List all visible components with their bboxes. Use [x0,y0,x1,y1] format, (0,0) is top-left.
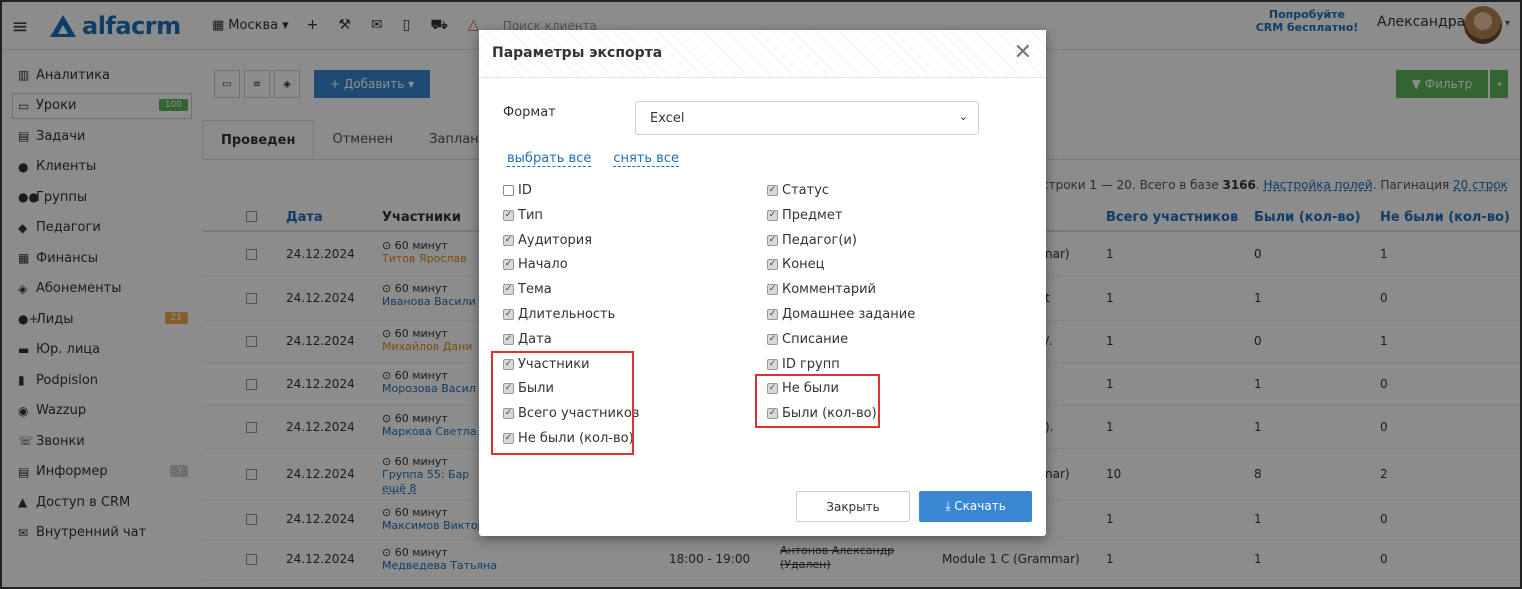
select-links: выбрать все снять все [507,151,679,167]
checkbox-checked-icon[interactable]: ✓ [503,333,514,345]
checkbox-checked-icon[interactable]: ✓ [503,309,514,320]
export-field-checkbox[interactable]: ✓ Начало [503,257,568,272]
checkbox-checked-icon[interactable]: ✓ [503,209,514,221]
export-field-checkbox[interactable]: ✓ Списание [767,332,848,347]
export-field-checkbox[interactable]: ✓ Тип [503,208,543,223]
deselect-all-link[interactable]: снять все [613,151,679,167]
export-field-checkbox[interactable]: ✓ Педагог(и) [767,233,857,248]
checkbox-checked-icon[interactable]: ✓ [767,358,778,370]
export-field-checkbox[interactable]: ✓ Статус [767,183,829,198]
export-field-checkbox[interactable]: ✓ Тема [503,282,552,297]
close-button[interactable]: Закрыть [796,491,910,522]
checkbox-checked-icon[interactable]: ✓ [767,333,778,345]
export-field-label: Конец [782,257,825,273]
checkbox-empty-icon[interactable] [503,185,514,196]
checkbox-checked-icon[interactable]: ✓ [767,284,778,296]
export-field-checkbox[interactable]: ✓ Домашнее задание [767,307,915,322]
modal-title: Параметры экспорта [479,30,1046,78]
download-button[interactable]: ⤓ Скачать [919,491,1032,522]
export-field-label: Тема [518,282,552,298]
export-field-label: ID групп [782,356,840,372]
export-field-label: Комментарий [782,282,876,298]
export-field-label: ID [518,183,532,198]
format-select[interactable]: Excel ⌄ [635,101,979,135]
checkbox-checked-icon[interactable]: ✓ [767,185,778,196]
export-field-label: Статус [782,183,830,198]
export-field-checkbox[interactable]: ✓ Конец [767,257,825,272]
export-field-checkbox[interactable]: ✓ Предмет [767,208,842,223]
export-field-checkbox[interactable]: ✓ Аудитория [503,233,592,248]
export-field-label: Списание [782,331,849,347]
export-field-checkbox[interactable]: ✓ ID групп [767,357,840,372]
export-field-checkbox[interactable]: ✓ Дата [503,332,552,347]
checkbox-checked-icon[interactable]: ✓ [767,309,778,320]
export-modal: Параметры экспорта ✕ Формат Excel ⌄ выбр… [479,30,1046,536]
checkbox-checked-icon[interactable]: ✓ [767,259,778,271]
format-label: Формат [503,105,556,120]
export-field-label: Тип [518,207,543,223]
export-field-label: Длительность [518,307,616,322]
highlight-box-left [491,351,634,455]
export-field-label: Дата [518,331,552,347]
chevron-down-icon: ⌄ [958,110,968,123]
export-field-checkbox[interactable]: ID [503,183,532,198]
checkbox-checked-icon[interactable]: ✓ [767,209,778,221]
format-value: Excel [650,111,685,126]
export-field-label: Аудитория [518,232,593,248]
checkbox-checked-icon[interactable]: ✓ [503,234,514,246]
select-all-link[interactable]: выбрать все [507,151,592,167]
checkbox-checked-icon[interactable]: ✓ [503,284,514,296]
export-field-checkbox[interactable]: ✓ Комментарий [767,282,876,297]
export-field-label: Начало [518,257,568,273]
close-icon[interactable]: ✕ [1014,40,1032,65]
export-field-label: Педагог(и) [782,232,857,248]
app-window: ≡ alfacrm ▦ Москва ▾ + ⚒ ✉ ▯ ⛟ △ Поиск к… [0,0,1522,589]
export-field-label: Предмет [782,207,843,223]
export-field-checkbox[interactable]: ✓ Длительность [503,307,615,322]
export-field-label: Домашнее задание [782,307,916,322]
checkbox-checked-icon[interactable]: ✓ [767,234,778,246]
highlight-box-right [755,374,880,428]
checkbox-checked-icon[interactable]: ✓ [503,259,514,271]
